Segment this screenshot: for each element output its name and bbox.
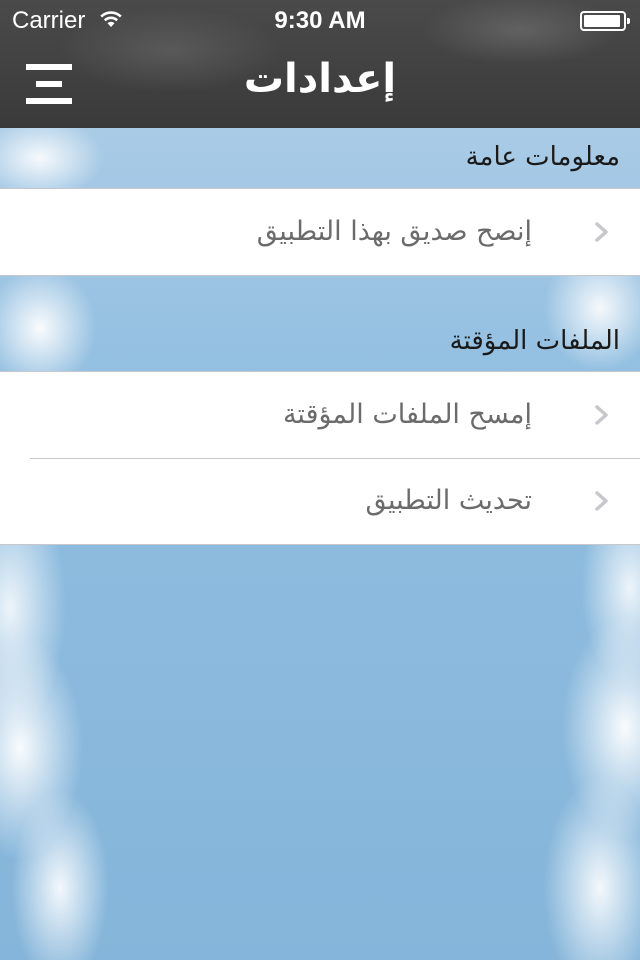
group-general: إنصح صديق بهذا التطبيق bbox=[0, 188, 640, 276]
clear-temp-files-row[interactable]: إمسح الملفات المؤقتة bbox=[0, 372, 640, 458]
recommend-app-label: إنصح صديق بهذا التطبيق bbox=[256, 216, 532, 247]
navigation-bar: إعدادات bbox=[0, 40, 640, 128]
update-app-label: تحديث التطبيق bbox=[365, 485, 532, 516]
clear-temp-files-label: إمسح الملفات المؤقتة bbox=[282, 399, 532, 430]
clock: 9:30 AM bbox=[274, 7, 366, 34]
group-temp-files: إمسح الملفات المؤقتة تحديث التطبيق bbox=[0, 371, 640, 545]
status-bar: Carrier 9:30 AM bbox=[0, 0, 640, 40]
top-bar: Carrier 9:30 AM إعدادات bbox=[0, 0, 640, 128]
recommend-app-row[interactable]: إنصح صديق بهذا التطبيق bbox=[0, 189, 640, 275]
chevron-right-icon bbox=[595, 222, 608, 242]
chevron-right-icon bbox=[595, 405, 608, 425]
section-header-temp-files: الملفات المؤقتة bbox=[449, 326, 620, 356]
section-header-general: معلومات عامة bbox=[465, 142, 620, 172]
battery-full-icon bbox=[580, 11, 630, 31]
chevron-right-icon bbox=[595, 491, 608, 511]
page-title: إعدادات bbox=[243, 56, 397, 102]
update-app-row[interactable]: تحديث التطبيق bbox=[0, 458, 640, 544]
